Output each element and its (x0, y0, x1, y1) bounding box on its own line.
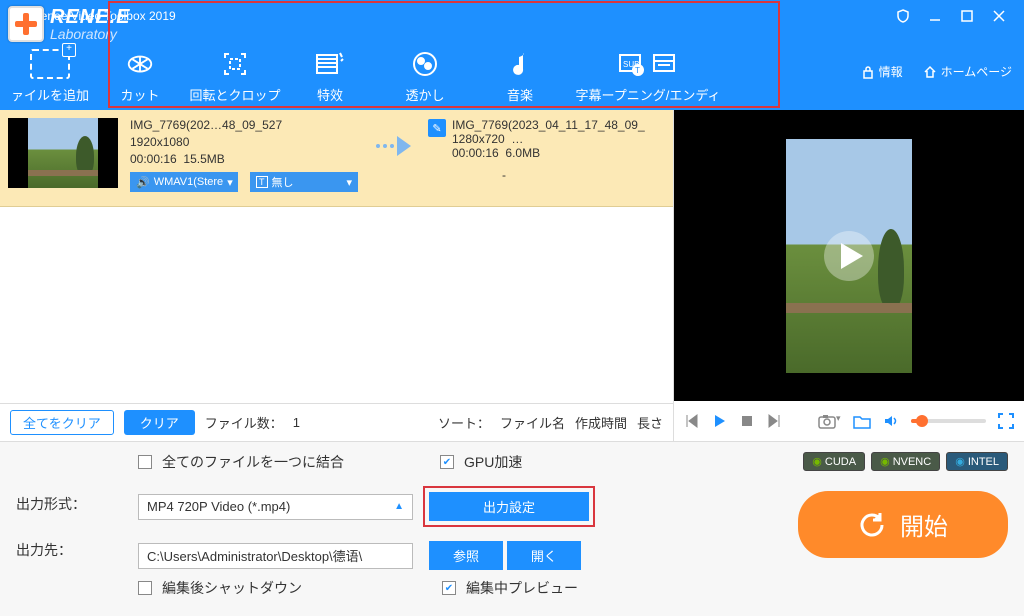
sort-filename[interactable]: ファイル名 (500, 413, 565, 432)
folder-button[interactable] (853, 414, 871, 429)
clear-all-button[interactable]: 全てをクリア (10, 410, 114, 435)
minimize-icon[interactable] (928, 9, 942, 23)
close-icon[interactable] (992, 9, 1006, 23)
output-dest-label: 出力先： (16, 540, 116, 560)
music-icon (505, 49, 535, 79)
dest-duration: 00:00:16 (452, 146, 499, 160)
audio-selector[interactable]: 🔊WMAV1(Stere▾ (130, 172, 238, 192)
stop-button[interactable] (740, 414, 754, 428)
dest-dash: - (452, 168, 645, 182)
merge-checkbox[interactable] (138, 455, 152, 469)
refresh-icon (858, 511, 886, 539)
edit-badge-icon: ✎ (428, 119, 446, 137)
source-resolution: 1920x1080 (130, 135, 358, 149)
subtitle-icon: SUBT (618, 49, 678, 79)
preview-edit-checkbox[interactable]: ✔ (442, 581, 456, 595)
app-logo: RENE.E Laboratory (8, 6, 130, 42)
tool-subtitle[interactable]: SUBT 字幕ープニング/エンディ (560, 49, 736, 104)
volume-icon[interactable] (883, 413, 899, 429)
add-file-label: ァイルを追加 (11, 85, 89, 104)
output-format-label: 出力形式： (16, 494, 116, 514)
homepage-link[interactable]: ホームページ (923, 63, 1012, 80)
file-count-label: ファイル数： (205, 413, 283, 432)
play-overlay-button[interactable] (824, 231, 874, 281)
shutdown-checkbox[interactable] (138, 581, 152, 595)
browse-button[interactable]: 参照 (429, 541, 503, 570)
sort-created[interactable]: 作成時間 (575, 413, 627, 432)
tool-watermark[interactable]: 透かし (370, 49, 480, 104)
gpu-checkbox[interactable]: ✔ (440, 455, 454, 469)
svg-text:T: T (635, 66, 640, 75)
prev-button[interactable] (684, 413, 700, 429)
preview-controls: ▾ (674, 401, 1024, 441)
clear-button[interactable]: クリア (124, 410, 195, 435)
rotate-crop-icon (220, 49, 250, 79)
tool-music[interactable]: 音楽 (480, 49, 560, 104)
file-count-value: 1 (293, 415, 300, 430)
file-row[interactable]: IMG_7769(202…48_09_527 1920x1080 00:00:1… (0, 110, 673, 207)
fullscreen-button[interactable] (998, 413, 1014, 429)
play-button[interactable] (712, 413, 728, 429)
output-dest-field[interactable]: C:\Users\Administrator\Desktop\德语\ (138, 543, 413, 569)
volume-slider[interactable] (911, 419, 986, 423)
output-format-select[interactable]: MP4 720P Video (*.mp4) (138, 494, 413, 520)
source-duration: 00:00:16 (130, 152, 177, 166)
source-filename: IMG_7769(202…48_09_527 (130, 118, 358, 132)
file-list: IMG_7769(202…48_09_527 1920x1080 00:00:1… (0, 110, 673, 403)
effect-icon (315, 49, 345, 79)
output-settings-button[interactable]: 出力設定 (429, 492, 589, 521)
source-thumbnail (8, 118, 118, 188)
maximize-icon[interactable] (960, 9, 974, 23)
dest-resolution: 1280x720 (452, 132, 505, 146)
shutdown-label: 編集後シャットダウン (162, 578, 302, 598)
titlebar: Renee Video Toolbox 2019 (0, 0, 1024, 32)
shield-icon[interactable] (896, 9, 910, 23)
dest-size: 6.0MB (505, 146, 540, 160)
start-button[interactable]: 開始 (798, 491, 1008, 558)
cut-icon (125, 49, 155, 79)
info-link[interactable]: 情報 (861, 63, 903, 80)
dest-filename: IMG_7769(2023_04_11_17_48_09_ (452, 118, 645, 132)
snapshot-button[interactable]: ▾ (818, 413, 841, 429)
add-file-icon (30, 49, 70, 79)
subtitle-selector[interactable]: T無し▾ (250, 172, 358, 192)
watermark-icon (410, 49, 440, 79)
highlight-outset: 出力設定 (423, 486, 595, 527)
merge-label: 全てのファイルを一つに結合 (162, 452, 344, 472)
sort-duration[interactable]: 長さ (637, 413, 663, 432)
home-icon (923, 65, 937, 79)
tool-effect[interactable]: 特效 (290, 49, 370, 104)
add-file-button[interactable]: ァイルを追加 (0, 32, 100, 110)
hw-badges: ◉CUDA ◉NVENC ◉INTEL (803, 452, 1008, 471)
lock-icon (861, 65, 875, 79)
tool-rotate-crop[interactable]: 回転とクロップ (180, 49, 290, 104)
arrow-icon (358, 118, 428, 156)
next-button[interactable] (766, 413, 782, 429)
source-size: 15.5MB (183, 152, 224, 166)
preview-edit-label: 編集中プレビュー (466, 578, 578, 598)
open-button[interactable]: 開く (507, 541, 581, 570)
preview-pane (674, 110, 1024, 401)
sort-label: ソート： (438, 416, 490, 431)
tool-cut[interactable]: カット (100, 49, 180, 104)
toolbar: RENE.E Laboratory ァイルを追加 カット 回転とクロップ 特效 (0, 32, 1024, 110)
gpu-label: GPU加速 (464, 452, 522, 472)
